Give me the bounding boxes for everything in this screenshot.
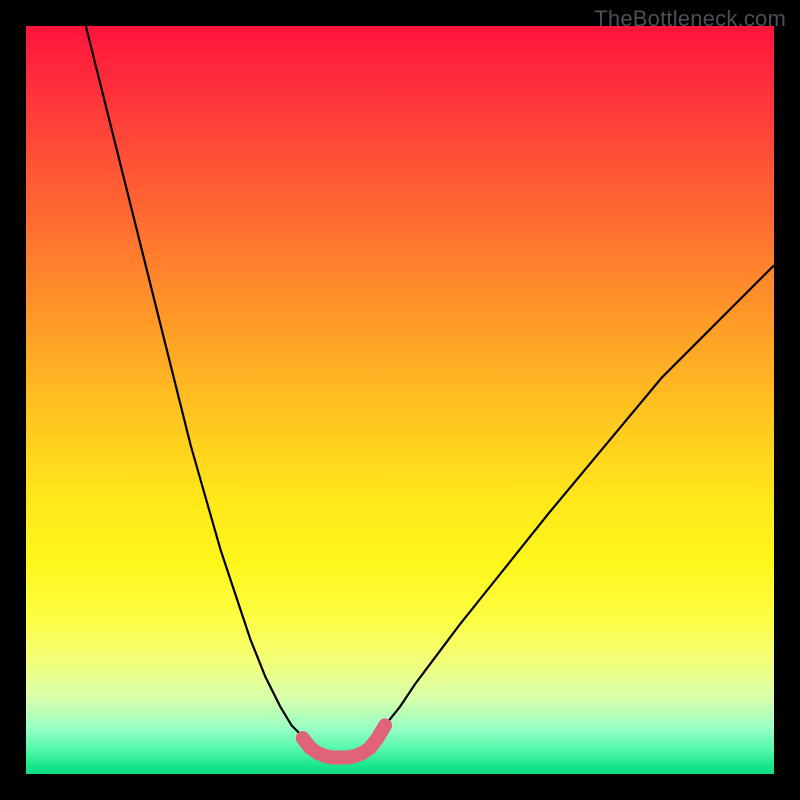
curve-right (378, 265, 774, 735)
curves-svg (26, 26, 774, 774)
curve-left (86, 26, 310, 743)
curve-valley (303, 725, 385, 757)
plot-area (26, 26, 774, 774)
chart-frame: TheBottleneck.com (0, 0, 800, 800)
watermark-text: TheBottleneck.com (594, 6, 786, 32)
